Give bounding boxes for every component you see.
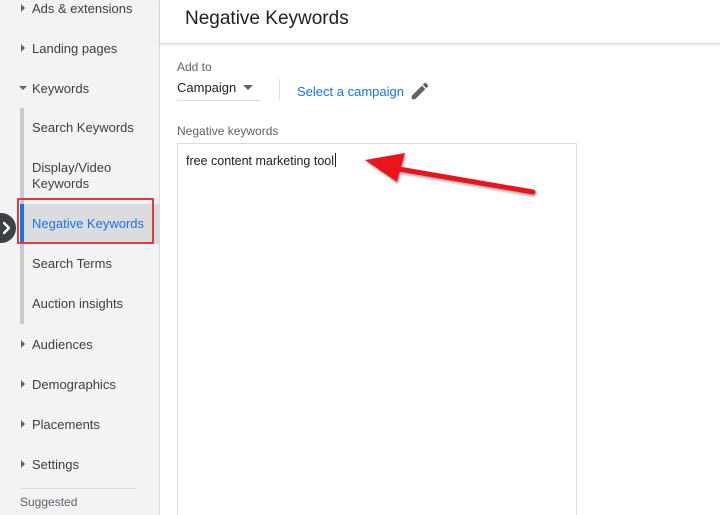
- sidebar-item-label: Settings: [32, 456, 79, 472]
- caret-right-icon: [21, 4, 25, 12]
- sidebar-item-label: Landing pages: [32, 40, 118, 56]
- sidebar-item-label: Audiences: [32, 336, 93, 352]
- sidebar-subitem-search-terms[interactable]: Search Terms: [24, 244, 159, 284]
- sidebar-subitem-auction-insights[interactable]: Auction insights: [24, 284, 159, 324]
- sidebar-item-label: Keywords: [32, 80, 90, 96]
- sidebar-item-demographics[interactable]: Demographics: [0, 364, 159, 404]
- sidebar-item-label: Auction insights: [32, 296, 124, 311]
- caret-down-icon: [19, 86, 27, 90]
- sidebar-item-keywords[interactable]: Keywords: [0, 68, 159, 108]
- sidebar-item-label: Demographics: [32, 376, 116, 392]
- caret-right-icon: [21, 340, 25, 348]
- sidebar-item-label: Search Terms: [32, 256, 112, 271]
- pencil-icon[interactable]: [409, 80, 431, 102]
- red-arrow-annotation: [365, 153, 536, 195]
- chevron-right-icon: [2, 221, 11, 235]
- sidebar-item-label: Search Keywords: [32, 120, 134, 135]
- sidebar-item-label: Placements: [32, 416, 100, 432]
- sidebar-item-landing-pages[interactable]: Landing pages: [0, 28, 159, 68]
- sidebar-divider: [20, 488, 136, 489]
- page-title: Negative Keywords: [185, 8, 349, 29]
- arrow-drop-down-icon: [243, 85, 253, 90]
- sidebar-item-ads-extensions[interactable]: Ads & extensions: [0, 0, 159, 28]
- page-header: Negative Keywords: [160, 0, 720, 44]
- caret-right-icon: [21, 460, 25, 468]
- sidebar-item-label: Display/Video Keywords: [32, 160, 112, 191]
- caret-right-icon: [21, 420, 25, 428]
- negative-keywords-label: Negative keywords: [177, 124, 279, 138]
- add-to-select-value: Campaign: [177, 80, 237, 95]
- sidebar: Ads & extensions Landing pages Keywords …: [0, 0, 160, 515]
- select-campaign-link[interactable]: Select a campaign: [297, 84, 404, 99]
- vertical-divider: [279, 79, 280, 99]
- sidebar-item-audiences[interactable]: Audiences: [0, 324, 159, 364]
- negative-keywords-text: free content marketing tool: [186, 154, 334, 168]
- add-to-select[interactable]: Campaign: [177, 76, 260, 101]
- sidebar-item-label: Ads & extensions: [32, 0, 133, 16]
- text-cursor: [335, 153, 336, 167]
- suggested-heading: Suggested: [20, 495, 78, 509]
- sidebar-item-placements[interactable]: Placements: [0, 404, 159, 444]
- sidebar-item-settings[interactable]: Settings: [0, 444, 159, 484]
- caret-right-icon: [21, 44, 25, 52]
- sidebar-subitem-display-video-keywords[interactable]: Display/Video Keywords: [24, 152, 159, 200]
- caret-right-icon: [21, 380, 25, 388]
- highlight-box: [17, 198, 154, 244]
- sidebar-subitem-search-keywords[interactable]: Search Keywords: [24, 108, 159, 148]
- add-to-label: Add to: [177, 60, 212, 74]
